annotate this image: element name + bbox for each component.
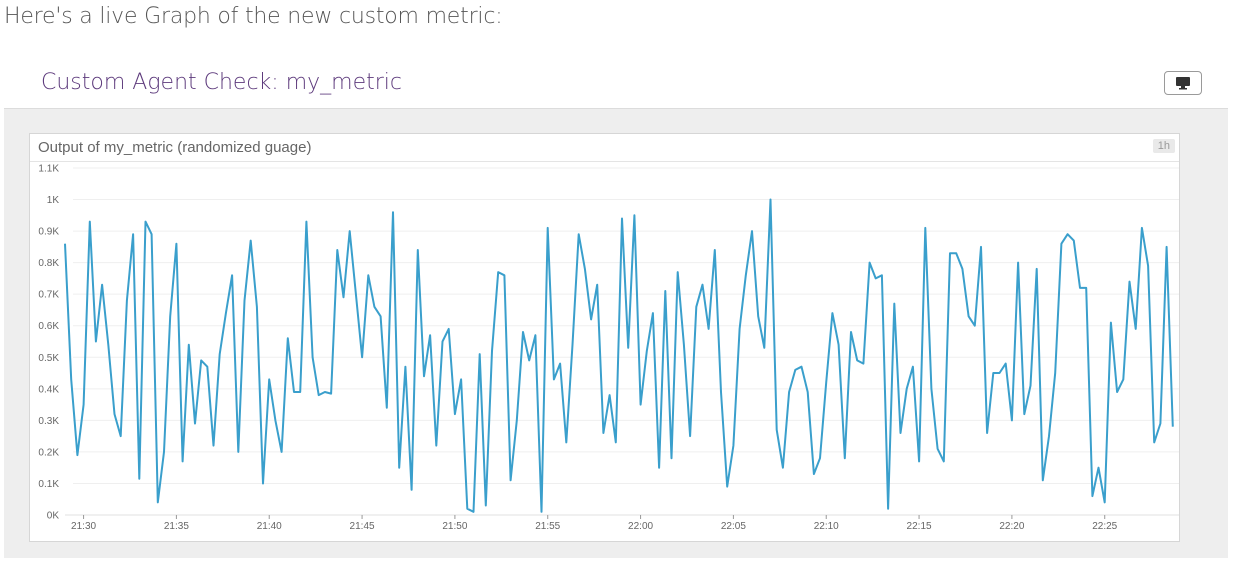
y-tick-label: 0.2K <box>38 447 59 458</box>
x-tick-label: 22:20 <box>999 521 1024 532</box>
graph-card: Output of my_metric (randomized guage) 1… <box>29 133 1180 542</box>
y-tick-label: 0.7K <box>38 290 59 301</box>
x-tick-label: 22:00 <box>628 521 653 532</box>
y-tick-label: 0.6K <box>38 321 59 332</box>
monitor-icon <box>1176 77 1190 90</box>
y-tick-label: 0.9K <box>38 227 59 238</box>
x-tick-label: 21:45 <box>350 521 375 532</box>
x-tick-label: 21:40 <box>257 521 282 532</box>
x-tick-label: 22:10 <box>814 521 839 532</box>
x-tick-label: 21:30 <box>71 521 96 532</box>
x-tick-label: 21:35 <box>164 521 189 532</box>
intro-text: Here's a live Graph of the new custom me… <box>4 4 503 29</box>
y-tick-label: 0.5K <box>38 353 59 364</box>
panel-title: Custom Agent Check: my_metric <box>41 70 403 95</box>
y-tick-label: 1K <box>47 195 60 206</box>
x-tick-label: 22:15 <box>907 521 932 532</box>
y-tick-label: 0.1K <box>38 479 59 490</box>
x-tick-label: 22:05 <box>721 521 746 532</box>
x-tick-label: 22:25 <box>1092 521 1117 532</box>
panel-header: Custom Agent Check: my_metric <box>4 60 1228 109</box>
x-tick-label: 21:50 <box>442 521 467 532</box>
y-tick-label: 0.3K <box>38 416 59 427</box>
y-tick-label: 0.4K <box>38 384 59 395</box>
series-line <box>64 198 1174 513</box>
panel-body: Output of my_metric (randomized guage) 1… <box>4 109 1228 558</box>
x-tick-label: 21:55 <box>535 521 560 532</box>
y-tick-label: 1.1K <box>38 164 59 175</box>
tv-mode-button[interactable] <box>1164 71 1202 95</box>
y-tick-label: 0K <box>47 511 60 522</box>
line-chart[interactable]: 0K 0.1K 0.2K 0.3K 0.4K 0.5K 0.6K 0.7K 0.8K 0.9K 1K… <box>30 134 1179 541</box>
y-tick-label: 0.8K <box>38 258 59 269</box>
